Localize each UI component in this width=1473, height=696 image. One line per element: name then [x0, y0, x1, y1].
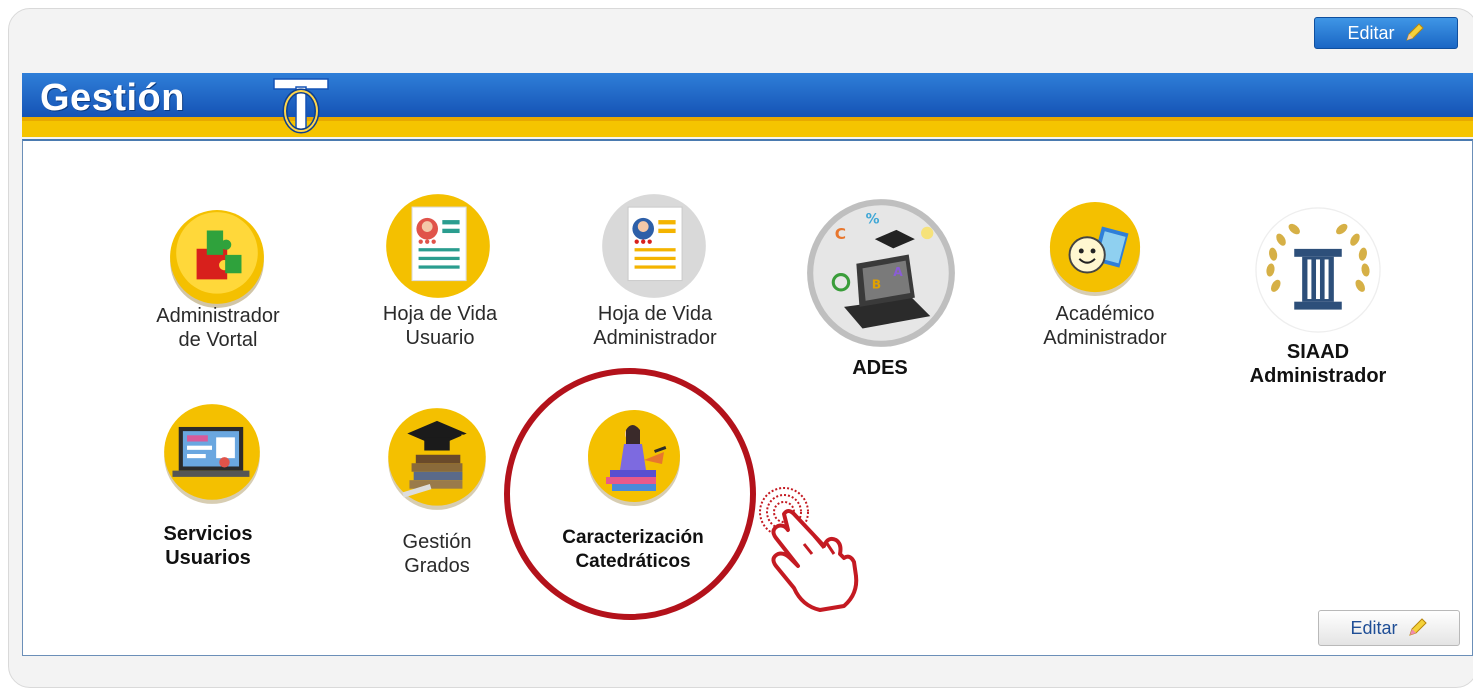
edit-label-bottom: Editar: [1350, 617, 1398, 638]
edit-label-top: Editar: [1347, 22, 1395, 43]
svg-text:A: A: [893, 265, 903, 279]
edit-button-top[interactable]: Editar: [1314, 17, 1458, 49]
app-label: Caracterización Catedráticos: [562, 527, 704, 572]
resume-user-icon: [386, 194, 490, 298]
pencil-icon: [1408, 618, 1427, 636]
smiley-book-icon: [1049, 201, 1141, 297]
section-title: Gestión: [40, 77, 185, 119]
pencil-icon: [1405, 23, 1424, 41]
svg-text:B: B: [872, 277, 881, 291]
svg-text:%: %: [866, 212, 880, 228]
app-label: Administrador de Vortal: [156, 305, 280, 351]
app-label: Académico Administrador: [1043, 303, 1167, 349]
edit-button-bottom[interactable]: Editar: [1318, 610, 1460, 646]
institution-logo-icon: [273, 78, 329, 134]
resume-admin-icon: [602, 194, 706, 298]
teacher-books-icon: [588, 410, 680, 506]
laptop-services-icon: [164, 404, 260, 504]
app-label: Gestión Grados: [402, 531, 472, 577]
app-label: ADES: [852, 357, 908, 379]
puzzle-icon: [170, 210, 264, 308]
column-laurel-icon: [1255, 207, 1381, 333]
app-label: SIAAD Administrador: [1249, 341, 1387, 387]
app-label: Hoja de Vida Usuario: [382, 303, 498, 349]
svg-text:C: C: [835, 225, 846, 243]
hand-pointer-icon: [759, 487, 859, 612]
app-label: Hoja de Vida Administrador: [593, 303, 717, 349]
graduation-cap-icon: [388, 408, 486, 510]
section-banner: Gestión: [22, 73, 1473, 145]
ades-laptop-icon: C % B A: [807, 199, 955, 347]
app-label: Servicios Usuarios: [163, 523, 253, 569]
